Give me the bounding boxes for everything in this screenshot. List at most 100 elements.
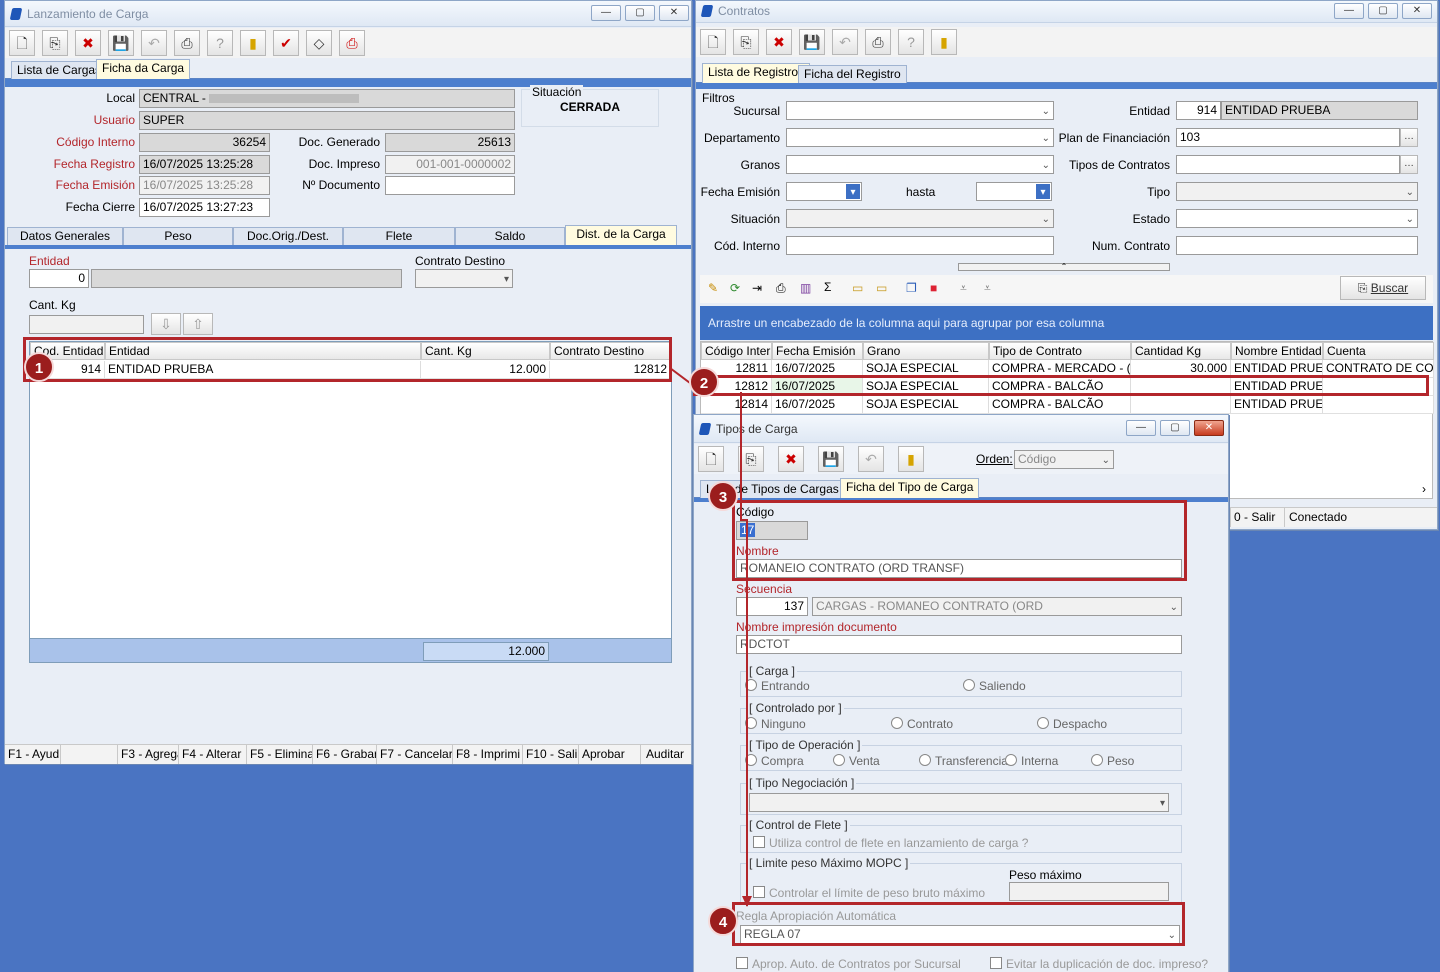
columns-icon[interactable]: ▥ [800, 281, 811, 295]
tab-saldo[interactable]: Saldo [455, 227, 565, 245]
radio-venta[interactable]: Venta [833, 754, 880, 768]
entidad-name-field[interactable]: ENTIDAD PRUEBA [1221, 101, 1418, 120]
grid-cell[interactable]: 12814 [701, 396, 772, 414]
tab-dist-carga[interactable]: Dist. de la Carga [565, 225, 677, 245]
grid-header-grano[interactable]: Grano [863, 342, 989, 360]
fecha-cierre-field[interactable]: 16/07/2025 13:27:23 [139, 198, 270, 217]
radio-interna[interactable]: Interna [1005, 754, 1058, 768]
eraser-icon[interactable]: ◇ [306, 30, 332, 56]
delete-icon[interactable]: ✖ [766, 29, 792, 55]
limite-checkbox[interactable]: Controlar el límite de peso bruto máximo [753, 886, 985, 900]
entidad-code-field[interactable]: 914 [1176, 101, 1221, 120]
usuario-field[interactable]: SUPER [139, 111, 515, 130]
undo-icon[interactable]: ↶ [832, 29, 858, 55]
print-red-icon[interactable]: ⎙ [339, 30, 365, 56]
print-icon[interactable]: ⎙ [865, 29, 891, 55]
radio-transferencia[interactable]: Transferencia [919, 754, 1008, 768]
radio-ninguno[interactable]: Ninguno [745, 717, 806, 731]
orden-combo[interactable]: Código ⌄ [1014, 450, 1114, 469]
grid-header-contrato-destino[interactable]: Contrato Destino [550, 342, 671, 360]
grid-cell[interactable]: ENTIDAD PRUEBA [1231, 360, 1323, 378]
grid-cell-contrato[interactable]: 12812 [550, 361, 671, 379]
copy-icon[interactable]: ⎘ [738, 446, 764, 472]
contrato-destino-combo[interactable]: ▾ [415, 269, 513, 288]
status-salir[interactable]: 0 - Salir [1230, 508, 1285, 527]
nombre-doc-field[interactable]: RDCTOT [736, 635, 1182, 654]
tab-doc-orig-dest[interactable]: Doc.Orig./Dest. [233, 227, 343, 245]
grid-header-tipo[interactable]: Tipo de Contrato [989, 342, 1131, 360]
sucursal-combo[interactable]: ⌄ [786, 101, 1054, 120]
folder-icon[interactable]: ▭ [876, 281, 887, 295]
peso-maximo-field[interactable] [1009, 882, 1169, 901]
tab-lista-registros[interactable]: Lista de Registros [702, 63, 811, 83]
secuencia-num-field[interactable]: 137 [736, 597, 808, 616]
tab-flete[interactable]: Flete [343, 227, 455, 245]
grid-cell[interactable] [1131, 378, 1231, 396]
grid-cell[interactable]: COMPRA - BALCÃO [989, 396, 1131, 414]
fecha-registro-field[interactable]: 16/07/2025 13:25:28 [139, 155, 270, 174]
minimize-button[interactable]: — [1126, 420, 1156, 436]
grid-cell[interactable] [1323, 396, 1434, 414]
grid-cell[interactable]: CONTRATO DE COMP [1323, 360, 1434, 378]
folder-open-icon[interactable]: ▭ [852, 281, 863, 295]
status-f3[interactable]: F3 - Agrega [117, 745, 179, 764]
minimize-button[interactable]: — [591, 5, 621, 21]
evitar-checkbox[interactable]: Evitar la duplicación de doc. impreso? [990, 957, 1208, 971]
tab-ficha-carga[interactable]: Ficha da Carga [96, 59, 191, 79]
tab-lista-cargas[interactable]: Lista de Cargas [11, 61, 108, 79]
grid-header-cant-kg[interactable]: Cant. Kg [421, 342, 550, 360]
aprop-checkbox[interactable]: Aprop. Auto. de Contratos por Sucursal [736, 957, 961, 971]
regla-combo[interactable]: REGLA 07 ⌄ [740, 925, 1180, 944]
grid-cell-cant[interactable]: 12.000 [421, 361, 550, 379]
status-f7[interactable]: F7 - Cancelar [377, 745, 453, 764]
export-icon[interactable]: ⇥ [752, 281, 762, 295]
copy-icon[interactable]: ⎘ [733, 29, 759, 55]
refresh-icon[interactable]: ⟳ [730, 281, 740, 295]
expand-all-icon[interactable]: ⩡ [984, 281, 991, 296]
help-icon[interactable]: ? [207, 30, 233, 56]
cant-kg-field[interactable] [29, 315, 144, 334]
tipos-titlebar[interactable]: Tipos de Carga — ▢ ✕ [694, 415, 1228, 443]
print-icon[interactable]: ⎙ [776, 281, 786, 296]
grid-cell[interactable]: ENTIDAD PRUEBA [1231, 378, 1323, 396]
group-panel[interactable]: Arrastre un encabezado de la columna aqu… [700, 306, 1433, 340]
tab-peso[interactable]: Peso [123, 227, 233, 245]
maximize-button[interactable]: ▢ [1160, 420, 1190, 436]
grid-cell[interactable]: ENTIDAD PRUEBA [1231, 396, 1323, 414]
grid-cell[interactable]: COMPRA - MERCADO - (TM) [989, 360, 1131, 378]
estado-combo[interactable]: ⌄ [1176, 209, 1418, 228]
undo-icon[interactable]: ↶ [858, 446, 884, 472]
status-aprobar[interactable]: Aprobar [579, 745, 641, 764]
status-auditar[interactable]: Auditar [643, 745, 691, 764]
grid-cell[interactable]: SOJA ESPECIAL [863, 396, 989, 414]
grid-cell[interactable]: 16/07/2025 [772, 378, 863, 396]
grid-header-fecha[interactable]: Fecha Emisión [772, 342, 863, 360]
entidad-name-field[interactable] [91, 269, 402, 288]
close-button[interactable]: ✕ [1402, 3, 1432, 19]
fecha-hasta-field[interactable]: ▾ [976, 182, 1052, 201]
status-f1[interactable]: F1 - Ayud [5, 745, 61, 764]
grid-header-cuenta[interactable]: Cuenta [1323, 342, 1434, 360]
radio-compra[interactable]: Compra [745, 754, 804, 768]
num-documento-field[interactable] [385, 176, 515, 195]
situacion-combo[interactable]: ⌄ [786, 209, 1054, 228]
local-field[interactable]: CENTRAL - [139, 89, 515, 108]
help-icon[interactable]: ? [898, 29, 924, 55]
delete-icon[interactable]: ✖ [778, 446, 804, 472]
grid-cell[interactable]: SOJA ESPECIAL [863, 378, 989, 396]
remove-icon[interactable]: ⇧ [183, 313, 213, 335]
exit-icon[interactable]: ▮ [240, 30, 266, 56]
radio-peso[interactable]: Peso [1091, 754, 1134, 768]
scroll-right-icon[interactable]: › [1422, 482, 1426, 496]
radio-entrando[interactable]: Entrando [745, 679, 810, 693]
exit-icon[interactable]: ▮ [931, 29, 957, 55]
new-icon[interactable]: 🗋 [698, 446, 724, 472]
tab-ficha-tipo[interactable]: Ficha del Tipo de Carga [840, 478, 980, 498]
grid-cell[interactable] [1323, 378, 1434, 396]
tipo-combo[interactable]: ⌄ [1176, 182, 1418, 201]
plan-lookup-button[interactable]: … [1400, 128, 1418, 147]
tab-datos-generales[interactable]: Datos Generales [7, 227, 123, 245]
grid-header-nombre[interactable]: Nombre Entidad [1231, 342, 1323, 360]
sum-icon[interactable]: Σ [824, 280, 831, 294]
entidad-code-field[interactable]: 0 [29, 269, 89, 288]
